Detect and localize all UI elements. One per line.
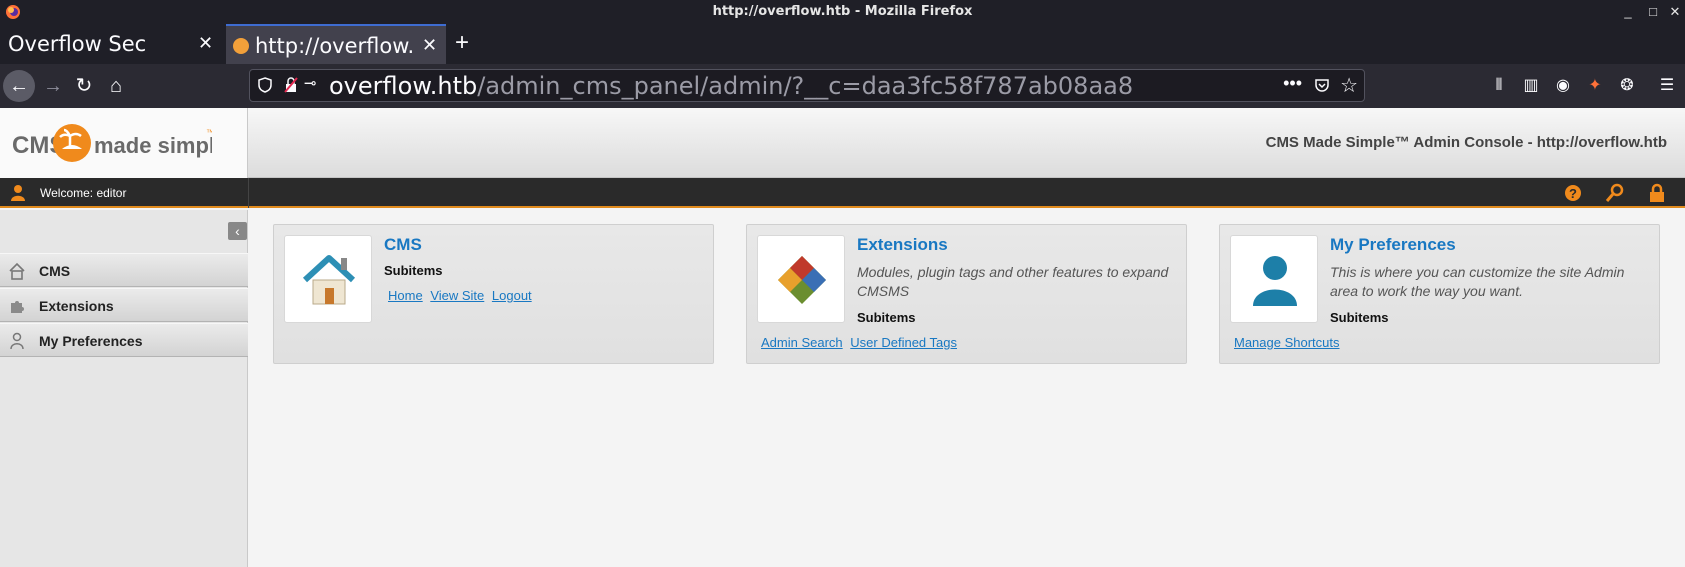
sidebar-item-label: CMS: [39, 263, 71, 279]
sidebar-item-extensions[interactable]: Extensions: [0, 288, 248, 322]
window-title: http://overflow.htb - Mozilla Firefox: [712, 4, 973, 19]
lock-icon[interactable]: [1647, 183, 1667, 203]
box-title[interactable]: Extensions: [857, 235, 948, 255]
box-description: Modules, plugin tags and other features …: [857, 264, 1169, 299]
sidebar-icon[interactable]: ▥: [1521, 76, 1541, 96]
navigation-bar: ← → ↻ ⌂ ⊸ overflow.htb/admin_cms_panel/a…: [0, 64, 1685, 108]
admin-console-title: CMS Made Simple™ Admin Console - http://…: [1265, 134, 1667, 151]
url-path: /admin_cms_panel/admin/?__c=daa3fc58f787…: [477, 72, 1134, 100]
puzzle-icon: [11, 301, 24, 313]
menu-icon[interactable]: ☰: [1657, 76, 1677, 96]
home-button[interactable]: ⌂: [100, 70, 132, 102]
svg-text:made simple: made simple: [94, 133, 212, 158]
url-host: overflow.htb: [329, 72, 478, 100]
tab-title: http://overflow.htb/a: [255, 34, 413, 58]
subitem-links: Manage Shortcuts: [1234, 335, 1344, 350]
link-manage-shortcuts[interactable]: Manage Shortcuts: [1234, 335, 1340, 350]
sidebar-item-label: My Preferences: [39, 333, 143, 349]
link-home[interactable]: Home: [388, 288, 423, 303]
tab-overflow-htb[interactable]: http://overflow.htb/a ✕: [226, 24, 446, 64]
collapse-sidebar-button[interactable]: ‹: [228, 222, 247, 240]
subitem-links: Admin Search User Defined Tags: [761, 335, 961, 350]
cookie-icon[interactable]: ❂: [1617, 76, 1637, 96]
maximize-button[interactable]: □: [1644, 2, 1662, 22]
welcome-text: Welcome: editor: [40, 186, 127, 200]
cms-made-simple-logo[interactable]: CMS made simple ™: [12, 121, 212, 165]
tab-strip: Overflow Sec ✕ http://overflow.htb/a ✕ +: [0, 24, 1685, 64]
sidebar-item-label: Extensions: [39, 298, 114, 314]
sidebar-item-cms[interactable]: CMS: [0, 253, 248, 287]
tab-close-icon[interactable]: ✕: [422, 35, 437, 56]
page-actions-icon[interactable]: •••: [1283, 73, 1302, 94]
dashboard-box-cms: CMS Subitems Home View Site Logout: [273, 224, 714, 364]
library-icon[interactable]: ⫴: [1489, 76, 1509, 96]
link-view-site[interactable]: View Site: [430, 288, 484, 303]
user-icon: [10, 332, 24, 350]
subitems-label: Subitems: [857, 310, 916, 325]
sidebar: ‹ CMS Extensions My Preferences: [0, 210, 248, 567]
cms-header: CMS made simple ™ CMS Made Simple™ Admin…: [0, 108, 1685, 178]
welcome-bar: Welcome: editor ?: [0, 178, 1685, 208]
cms-image[interactable]: [284, 235, 372, 323]
preferences-image[interactable]: [1230, 235, 1318, 323]
cms-logo-area: CMS made simple ™: [0, 108, 248, 178]
tab-title: Overflow Sec: [8, 32, 147, 56]
extension-icon[interactable]: ✦: [1585, 76, 1605, 96]
sidebar-item-my-preferences[interactable]: My Preferences: [0, 323, 248, 357]
svg-text:?: ?: [1569, 186, 1577, 201]
subitem-links: Home View Site Logout: [388, 288, 536, 303]
key-icon[interactable]: ⊸: [304, 74, 317, 92]
account-icon[interactable]: ◉: [1553, 76, 1573, 96]
tab-overflow-sec[interactable]: Overflow Sec ✕: [0, 24, 224, 64]
help-icon[interactable]: ?: [1563, 183, 1583, 203]
favicon-icon: [233, 38, 249, 54]
svg-text:™: ™: [206, 128, 212, 137]
url-text[interactable]: overflow.htb/admin_cms_panel/admin/?__c=…: [329, 72, 1133, 100]
shield-icon[interactable]: [258, 77, 272, 93]
dashboard-box-extensions: Extensions Modules, plugin tags and othe…: [746, 224, 1187, 364]
house-icon: [9, 262, 25, 280]
divider: [248, 178, 249, 208]
reload-button[interactable]: ↻: [68, 70, 100, 102]
tab-close-icon[interactable]: ✕: [198, 33, 213, 54]
house-icon: [302, 255, 356, 305]
window-titlebar: http://overflow.htb - Mozilla Firefox _ …: [0, 0, 1685, 24]
box-title[interactable]: My Preferences: [1330, 235, 1456, 255]
forward-button[interactable]: →: [37, 70, 69, 102]
link-user-defined-tags[interactable]: User Defined Tags: [850, 335, 957, 350]
pocket-icon[interactable]: [1314, 77, 1330, 93]
insecure-lock-icon[interactable]: [284, 77, 298, 93]
close-window-button[interactable]: ✕: [1666, 2, 1684, 22]
box-description: This is where you can customize the site…: [1330, 264, 1625, 299]
dashboard-box-my-preferences: My Preferences This is where you can cus…: [1219, 224, 1660, 364]
subitems-label: Subitems: [1330, 310, 1389, 325]
subitems-label: Subitems: [384, 263, 443, 278]
puzzle-icon: [778, 256, 826, 304]
url-bar[interactable]: ⊸ overflow.htb/admin_cms_panel/admin/?__…: [249, 69, 1365, 102]
user-icon: [11, 185, 25, 201]
user-icon: [1253, 256, 1297, 306]
minimize-button[interactable]: _: [1619, 2, 1637, 22]
extensions-image[interactable]: [757, 235, 845, 323]
back-button[interactable]: ←: [3, 70, 35, 102]
bookmark-star-icon[interactable]: ☆: [1340, 73, 1358, 98]
box-title[interactable]: CMS: [384, 235, 422, 255]
new-tab-button[interactable]: +: [455, 29, 469, 57]
link-admin-search[interactable]: Admin Search: [761, 335, 843, 350]
search-icon[interactable]: [1605, 183, 1625, 203]
link-logout[interactable]: Logout: [492, 288, 532, 303]
